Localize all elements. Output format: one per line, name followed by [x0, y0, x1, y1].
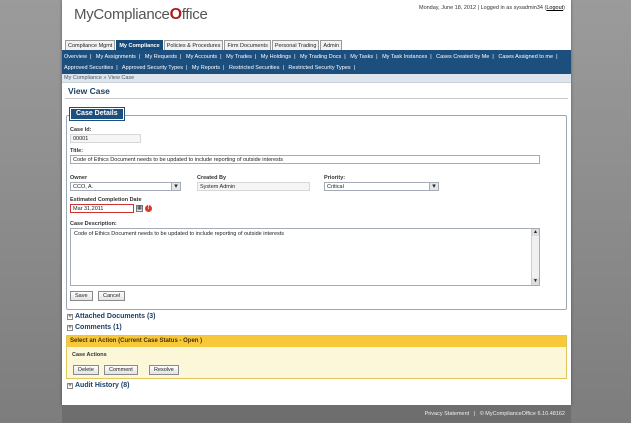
logo-suffix: ffice [181, 6, 208, 23]
est-completion-label: Estimated Completion Date [70, 197, 142, 203]
resolve-button[interactable]: Resolve [149, 365, 179, 375]
owner-select[interactable]: CCO, A. [70, 182, 181, 191]
breadcrumb[interactable]: My Compliance » View Case [62, 74, 571, 83]
attached-documents-section[interactable]: + Attached Documents (3) [67, 313, 156, 320]
subnav-my-trades[interactable]: My Trades [226, 54, 252, 60]
scroll-down-icon[interactable]: ▼ [532, 278, 539, 285]
current-date: Monday, June 18, 2012 [418, 5, 477, 11]
comments-section[interactable]: + Comments (1) [67, 324, 122, 331]
subnav-cases-created-by-me[interactable]: Cases Created by Me [436, 54, 489, 60]
est-completion-date-field[interactable]: Mar 31,2011 [70, 204, 134, 213]
logo[interactable]: MyComplianceOffice [74, 6, 208, 24]
subnav-restricted-securities[interactable]: Restricted Securities [229, 65, 279, 71]
action-box: Select an Action (Current Case Status - … [66, 335, 567, 379]
footer-separator: | [473, 411, 476, 417]
subnav-approved-securities[interactable]: Approved Securities [64, 65, 113, 71]
case-id-label: Case Id: [70, 127, 92, 133]
title-field[interactable]: Code of Ethics Document needs to be upda… [70, 155, 540, 164]
logo-prefix: MyCompliance [74, 6, 170, 23]
subnav-my-accounts[interactable]: My Accounts [186, 54, 217, 60]
sub-nav-row-2: Approved Securities | Approved Security T… [64, 65, 356, 71]
sub-nav: Overview | My Assignments | My Requests | M… [62, 50, 571, 74]
subnav-my-holdings[interactable]: My Holdings [261, 54, 291, 60]
save-button[interactable]: Save [70, 291, 93, 301]
title-label: Title: [70, 148, 84, 154]
case-description-textarea[interactable]: Code of Ethics Document needs to be upda… [70, 228, 540, 286]
warning-icon: ! [145, 205, 152, 212]
sub-nav-row-1: Overview | My Assignments | My Requests | M… [64, 54, 558, 60]
expand-plus-icon[interactable]: + [67, 324, 73, 331]
page-title: View Case [68, 86, 110, 96]
subnav-my-trading-docs[interactable]: My Trading Docs [300, 54, 341, 60]
comments-label: Comments (1) [75, 324, 122, 331]
case-id-field[interactable]: 00001 [70, 134, 141, 143]
subnav-my-tasks[interactable]: My Tasks [350, 54, 373, 60]
case-description-text: Code of Ethics Document needs to be upda… [74, 231, 285, 237]
tab-admin[interactable]: Admin [320, 40, 343, 50]
owner-label: Owner [70, 175, 88, 181]
subnav-approved-security-types[interactable]: Approved Security Types [122, 65, 183, 71]
cancel-button[interactable]: Cancel [98, 291, 126, 301]
case-actions-label: Case Actions [72, 352, 107, 358]
subnav-my-assignments[interactable]: My Assignments [96, 54, 136, 60]
comment-button[interactable]: Comment [104, 365, 138, 375]
subnav-restricted-security-types[interactable]: Restricted Security Types [288, 65, 350, 71]
subnav-my-task-instances[interactable]: My Task Instances [382, 54, 427, 60]
title-divider [65, 98, 568, 99]
audit-history-label: Audit History (8) [75, 382, 130, 389]
calendar-icon[interactable]: ▦ [136, 205, 143, 212]
priority-label: Priority: [324, 175, 346, 181]
tab-my-compliance[interactable]: My Compliance [116, 40, 163, 50]
created-by-field: System Admin [197, 182, 310, 191]
case-description-label: Case Description: [70, 221, 117, 227]
tab-policies-procedures[interactable]: Policies & Procedures [163, 40, 224, 50]
page: MyComplianceOffice Monday, June 18, 2012… [62, 0, 571, 405]
logout-link[interactable]: Logout [546, 5, 563, 11]
action-header: Select an Action (Current Case Status - … [67, 336, 566, 347]
footer: Privacy Statement | © MyComplianceOffice… [62, 405, 571, 423]
copyright-text: © MyComplianceOffice 6.10.48162 [479, 411, 565, 417]
case-details-legend: Case Details [69, 107, 125, 121]
logo-check-o: O [169, 6, 182, 23]
expand-plus-icon[interactable]: + [67, 382, 73, 389]
priority-select[interactable]: Critical [324, 182, 439, 191]
user-info: Monday, June 18, 2012 | Logged in as sys… [418, 5, 565, 11]
tab-firm-documents[interactable]: Firm Documents [224, 40, 271, 50]
scroll-up-icon[interactable]: ▲ [532, 229, 539, 236]
audit-history-section[interactable]: + Audit History (8) [67, 382, 129, 389]
delete-button[interactable]: Delete [73, 365, 99, 375]
attached-documents-label: Attached Documents (3) [75, 313, 156, 320]
subnav-overview[interactable]: Overview [64, 54, 87, 60]
tab-compliance-mgmt[interactable]: Compliance Mgmt [65, 40, 116, 50]
expand-plus-icon[interactable]: + [67, 313, 73, 320]
subnav-my-requests[interactable]: My Requests [145, 54, 177, 60]
top-nav: Compliance Mgmt My Compliance Policies &… [65, 40, 343, 50]
privacy-statement-link[interactable]: Privacy Statement [425, 411, 470, 417]
logged-in-text: Logged in as sysadmin34 [480, 5, 543, 11]
subnav-cases-assigned-to-me[interactable]: Cases Assigned to me [498, 54, 553, 60]
description-scrollbar[interactable]: ▲ ▼ [531, 229, 539, 285]
tab-personal-trading[interactable]: Personal Trading [271, 40, 320, 50]
subnav-my-reports[interactable]: My Reports [192, 65, 220, 71]
created-by-label: Created By [197, 175, 227, 181]
